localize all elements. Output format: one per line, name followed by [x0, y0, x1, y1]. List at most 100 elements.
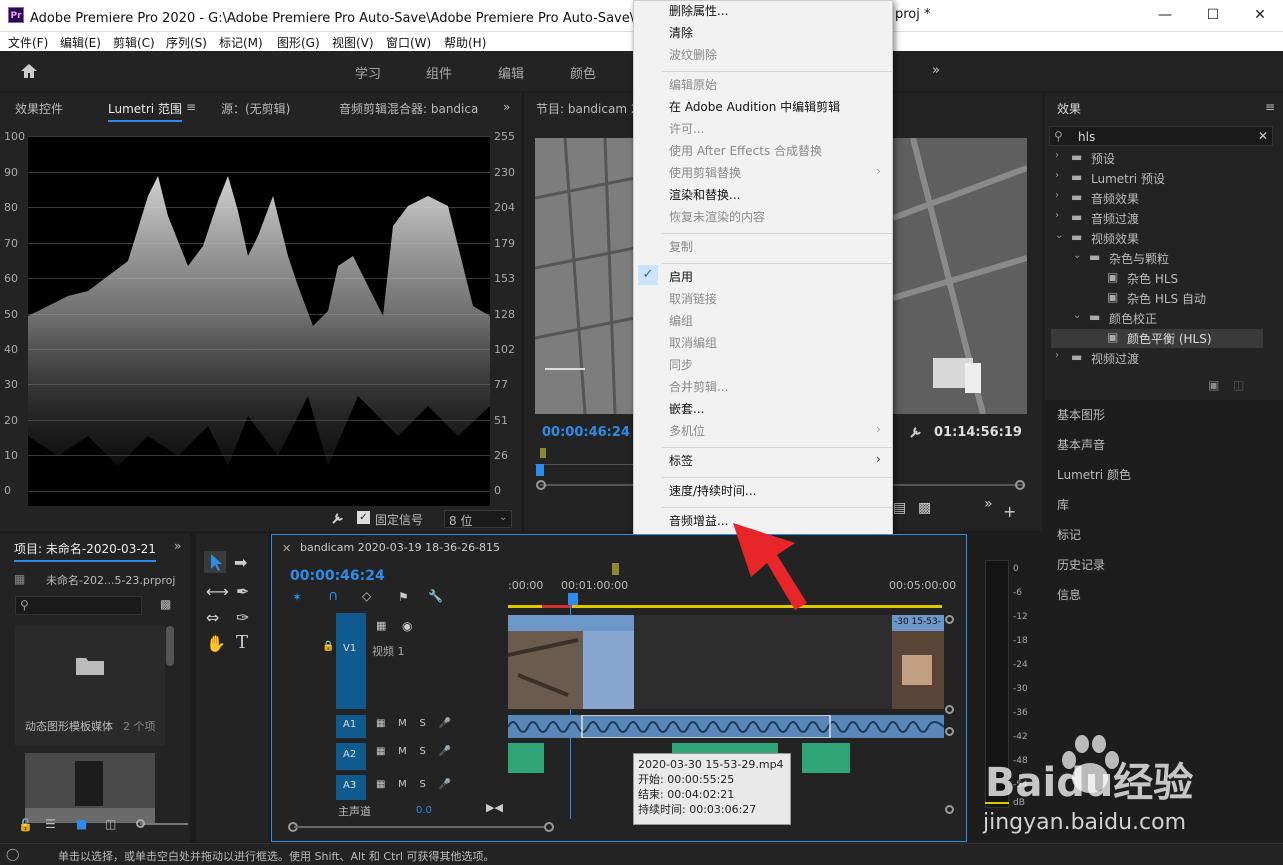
- program-timecode[interactable]: 00:00:46:24: [542, 425, 630, 440]
- effects-tree-item[interactable]: 杂色 HLS 自动: [1127, 290, 1206, 307]
- effects-tree-item[interactable]: 视频过渡: [1091, 350, 1139, 367]
- menu-graphics[interactable]: 图形(G): [277, 34, 320, 51]
- close-icon[interactable]: ✕: [1240, 4, 1280, 26]
- marker-flag-icon[interactable]: ⚑: [398, 590, 409, 604]
- panel-lumetri-color[interactable]: Lumetri 颜色: [1057, 466, 1131, 483]
- home-icon[interactable]: [20, 63, 38, 79]
- more-tabs-icon[interactable]: »: [503, 100, 510, 114]
- clear-search-icon[interactable]: ✕: [1258, 129, 1268, 143]
- linked-selection-icon[interactable]: ∩: [328, 588, 338, 604]
- track-select-tool-icon[interactable]: ➡: [234, 553, 247, 572]
- context-menu-item[interactable]: 标签: [669, 452, 693, 469]
- panel-essential-graphics[interactable]: 基本图形: [1057, 406, 1105, 423]
- panel-info[interactable]: 信息: [1057, 586, 1081, 603]
- chevron-down-icon[interactable]: ⌄: [1055, 230, 1063, 241]
- sequence-tab[interactable]: bandicam 2020-03-19 18-36-26-815: [300, 541, 500, 554]
- workspace-editing[interactable]: 编辑: [498, 63, 524, 82]
- chevron-down-icon[interactable]: ⌄: [1073, 250, 1081, 261]
- audio-clip-a1[interactable]: [507, 714, 945, 739]
- context-menu-item[interactable]: 渲染和替换...: [669, 186, 740, 203]
- effects-tree-item[interactable]: 颜色平衡 (HLS): [1127, 330, 1212, 347]
- effects-tree-item[interactable]: 音频过渡: [1091, 210, 1139, 227]
- workspace-more-icon[interactable]: »: [932, 63, 940, 78]
- thumbnail-size-slider[interactable]: [140, 823, 188, 825]
- chevron-down-icon[interactable]: ⌄: [1073, 310, 1081, 321]
- maximize-icon[interactable]: ☐: [1193, 4, 1233, 26]
- panel-history[interactable]: 历史记录: [1057, 556, 1105, 573]
- effects-tree-item[interactable]: 音频效果: [1091, 190, 1139, 207]
- razor-tool-icon[interactable]: ✒: [236, 582, 249, 601]
- track-target-a2[interactable]: A2: [336, 743, 366, 770]
- audio-clip-a2[interactable]: [508, 743, 544, 773]
- tab-audio-clip-mixer[interactable]: 音频剪辑混合器: bandica: [339, 100, 478, 117]
- bin-item[interactable]: 动态图形模板媒体 2 个项: [15, 626, 165, 746]
- effects-search-input[interactable]: ⚲ hls ✕: [1049, 126, 1273, 146]
- type-tool-icon[interactable]: T: [236, 632, 248, 653]
- bit-depth-select[interactable]: 8 位 ⌄: [444, 510, 512, 528]
- effects-menu-icon[interactable]: ≡: [1265, 100, 1275, 114]
- track-target-a1[interactable]: A1: [336, 715, 366, 738]
- master-volume[interactable]: 0.0: [416, 805, 432, 816]
- menu-window[interactable]: 窗口(W): [386, 34, 431, 51]
- effects-tree-item[interactable]: 杂色与颗粒: [1109, 250, 1169, 267]
- zoom-handle-left[interactable]: [536, 480, 546, 490]
- track-lock-icon[interactable]: 🔒: [322, 641, 334, 652]
- new-bin-icon[interactable]: ▣: [1208, 378, 1219, 392]
- timeline-settings-icon[interactable]: 🔧: [428, 589, 443, 603]
- add-button-icon[interactable]: +: [1003, 502, 1016, 521]
- sync-lock-icon[interactable]: ▦: [376, 619, 386, 632]
- wrench-icon[interactable]: [330, 510, 346, 529]
- eye-icon[interactable]: ◉: [402, 619, 412, 633]
- bin-view-icon[interactable]: ▩: [160, 597, 171, 611]
- effects-tree-item[interactable]: Lumetri 预设: [1091, 170, 1165, 187]
- tab-source[interactable]: 源：(无剪辑): [221, 100, 290, 117]
- program-settings-icon[interactable]: [908, 424, 924, 443]
- menu-marker[interactable]: 标记(M): [219, 34, 263, 51]
- project-tab[interactable]: 项目: 未命名-2020-03-21: [14, 540, 156, 562]
- menu-help[interactable]: 帮助(H): [444, 34, 486, 51]
- chevron-right-icon[interactable]: ›: [1055, 150, 1059, 161]
- slider-handle[interactable]: [136, 819, 145, 828]
- timeline-playhead-handle[interactable]: [568, 593, 578, 605]
- panel-essential-sound[interactable]: 基本声音: [1057, 436, 1105, 453]
- menu-view[interactable]: 视图(V): [332, 34, 374, 51]
- project-search-input[interactable]: ⚲: [15, 596, 142, 615]
- project-more-icon[interactable]: »: [174, 539, 181, 553]
- menu-clip[interactable]: 剪辑(C): [113, 34, 155, 51]
- panel-menu-icon[interactable]: ≡: [186, 100, 196, 114]
- timeline-marker-icon[interactable]: [612, 563, 619, 575]
- list-view-icon[interactable]: ☰: [45, 817, 56, 831]
- project-scrollbar[interactable]: [166, 626, 174, 666]
- video-clip-end[interactable]: -30 15-53-: [892, 615, 944, 709]
- context-menu-item[interactable]: 在 Adobe Audition 中编辑剪辑: [669, 98, 840, 115]
- effects-tree-item[interactable]: 预设: [1091, 150, 1115, 167]
- hand-tool-icon[interactable]: ✋: [206, 634, 226, 653]
- context-menu-item[interactable]: 音频增益...: [669, 512, 728, 529]
- chevron-right-icon[interactable]: ›: [1055, 350, 1059, 361]
- workspace-assembly[interactable]: 组件: [426, 63, 452, 82]
- panel-markers[interactable]: 标记: [1057, 526, 1081, 543]
- close-tab-icon[interactable]: ✕: [282, 542, 291, 555]
- chevron-right-icon[interactable]: ›: [1055, 210, 1059, 221]
- context-menu-item[interactable]: 清除: [669, 24, 693, 41]
- delete-icon[interactable]: ◫: [1233, 378, 1244, 392]
- minimize-icon[interactable]: —: [1145, 4, 1185, 26]
- compare-view-icon[interactable]: ▩: [918, 500, 931, 516]
- icon-view-icon[interactable]: ■: [76, 817, 87, 831]
- media-thumbnail[interactable]: [25, 753, 155, 823]
- effects-tree-item[interactable]: 杂色 HLS: [1127, 270, 1178, 287]
- timeline-scrollbar[interactable]: [294, 826, 544, 828]
- context-menu-item[interactable]: 嵌套...: [669, 400, 704, 417]
- context-menu-item[interactable]: 速度/持续时间...: [669, 482, 757, 499]
- chevron-right-icon[interactable]: ›: [1055, 170, 1059, 181]
- add-marker-icon[interactable]: ◇: [362, 589, 371, 603]
- program-playhead[interactable]: [536, 464, 544, 476]
- chevron-right-icon[interactable]: ›: [1055, 190, 1059, 201]
- ripple-edit-tool-icon[interactable]: ⟷: [206, 582, 229, 601]
- go-to-end-icon[interactable]: ▶◀: [486, 801, 503, 814]
- timeline-scroll-handle-right[interactable]: [544, 822, 554, 832]
- audio-clip-a2[interactable]: [802, 743, 850, 773]
- snap-icon[interactable]: ✶: [292, 590, 302, 604]
- effects-tree-item[interactable]: 颜色校正: [1109, 310, 1157, 327]
- effects-tree-item[interactable]: 视频效果: [1091, 230, 1139, 247]
